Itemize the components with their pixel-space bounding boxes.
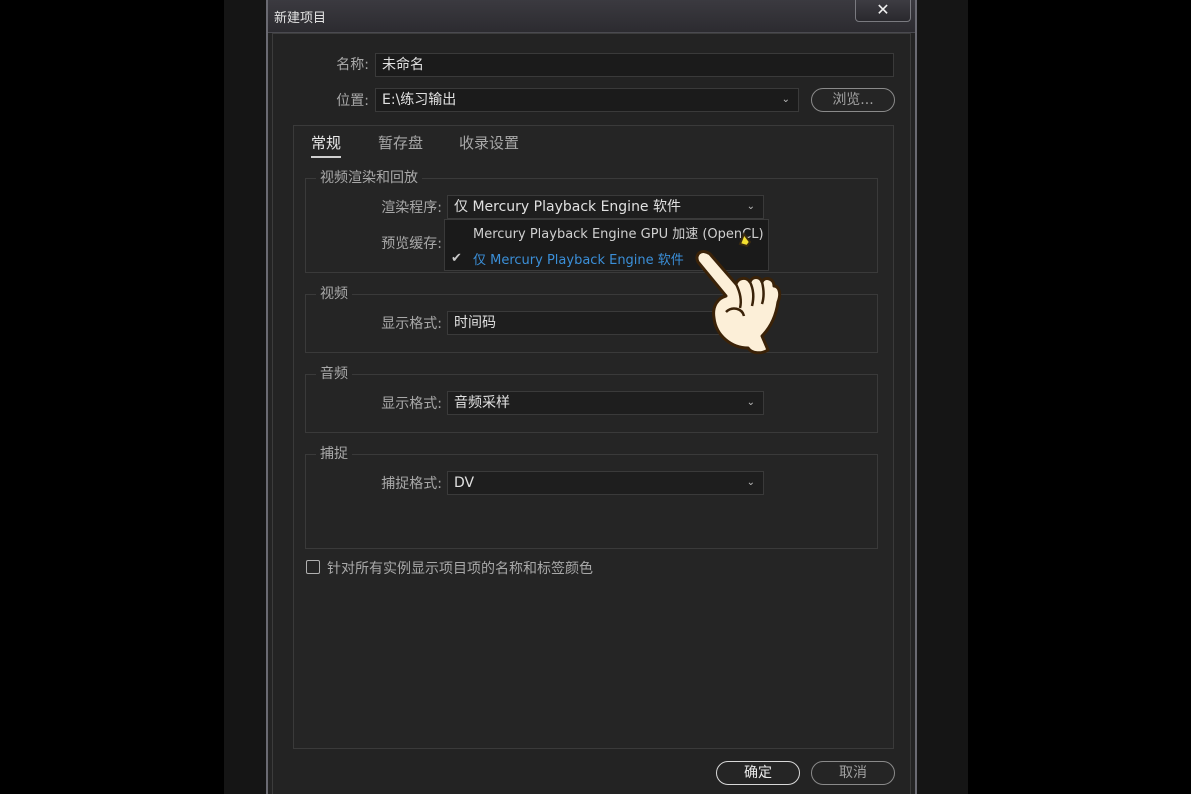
chevron-down-icon: ⌄ <box>746 397 755 408</box>
group-title-video: 视频 <box>316 283 352 303</box>
cancel-button[interactable]: 取消 <box>811 761 895 785</box>
audio-format-select[interactable]: 音频采样 ⌄ <box>447 391 764 415</box>
capture-format-select[interactable]: DV ⌄ <box>447 471 764 495</box>
renderer-value: 仅 Mercury Playback Engine 软件 <box>454 199 682 215</box>
audio-format-label: 显示格式: <box>381 396 442 412</box>
preview-cache-label: 预览缓存: <box>381 236 442 252</box>
dropdown-option-software[interactable]: 仅 Mercury Playback Engine 软件 <box>473 249 684 268</box>
dialog-body: 名称: 未命名 位置: E:\练习输出 ⌄ 浏览... 常规 暂存盘 收录设置 … <box>272 33 911 794</box>
tab-general[interactable]: 常规 <box>311 132 342 158</box>
group-title-audio: 音频 <box>316 363 352 383</box>
group-video: 视频 显示格式: 时间码 ⌄ <box>305 283 878 353</box>
audio-format-value: 音频采样 <box>454 395 510 411</box>
video-format-value: 时间码 <box>454 315 496 331</box>
capture-format-label: 捕捉格式: <box>381 476 442 492</box>
renderer-select[interactable]: 仅 Mercury Playback Engine 软件 ⌄ <box>447 195 764 219</box>
name-label: 名称: <box>336 57 369 73</box>
title-bar: 新建项目 ✕ <box>268 0 915 33</box>
ok-button[interactable]: 确定 <box>716 761 800 785</box>
chevron-down-icon: ⌄ <box>746 201 755 212</box>
window-title: 新建项目 <box>274 11 327 26</box>
chevron-down-icon: ⌄ <box>781 94 790 105</box>
video-format-label: 显示格式: <box>381 316 442 332</box>
group-title-render: 视频渲染和回放 <box>316 167 422 187</box>
project-name-input[interactable]: 未命名 <box>375 53 894 77</box>
show-label-color-label: 针对所有实例显示项目项的名称和标签颜色 <box>327 561 593 577</box>
renderer-label: 渲染程序: <box>381 200 442 216</box>
show-label-color-checkbox[interactable] <box>306 560 320 574</box>
close-button[interactable]: ✕ <box>855 0 911 22</box>
group-capture: 捕捉 捕捉格式: DV ⌄ <box>305 443 878 549</box>
location-label: 位置: <box>336 93 369 109</box>
group-title-capture: 捕捉 <box>316 443 352 463</box>
capture-format-value: DV <box>454 475 475 491</box>
chevron-down-icon: ⌄ <box>746 477 755 488</box>
check-icon: ✔ <box>451 251 462 266</box>
location-select[interactable]: E:\练习输出 ⌄ <box>375 88 799 112</box>
new-project-dialog: 新建项目 ✕ 名称: 未命名 位置: E:\练习输出 ⌄ 浏览... 常规 暂存… <box>266 0 917 794</box>
browse-button[interactable]: 浏览... <box>811 88 895 112</box>
tab-ingest-settings[interactable]: 收录设置 <box>459 132 519 153</box>
group-audio: 音频 显示格式: 音频采样 ⌄ <box>305 363 878 433</box>
pointing-hand-icon <box>695 232 782 355</box>
location-value: E:\练习输出 <box>382 92 457 108</box>
tab-scratch-disks[interactable]: 暂存盘 <box>378 132 423 153</box>
